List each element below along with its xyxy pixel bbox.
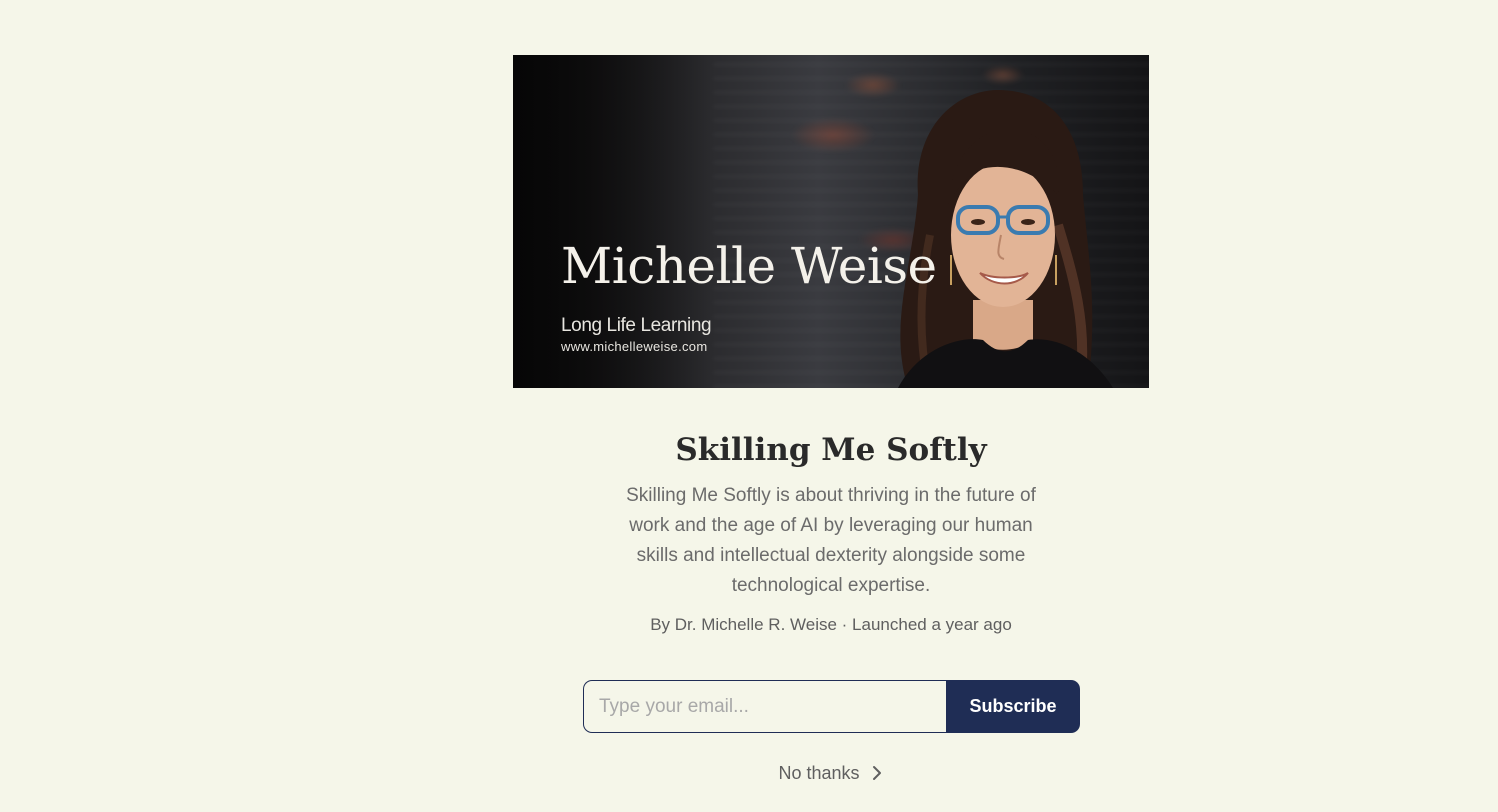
chevron-right-icon — [872, 766, 881, 780]
subscribe-button[interactable]: Subscribe — [946, 680, 1080, 733]
header-banner-image: Michelle Weise Long Life Learning www.mi… — [513, 55, 1149, 388]
banner-tagline: Long Life Learning — [561, 315, 712, 336]
no-thanks-label: No thanks — [778, 762, 860, 783]
email-input[interactable] — [583, 680, 946, 733]
banner-author-name: Michelle Weise — [561, 237, 937, 295]
publication-description: Skilling Me Softly is about thriving in … — [626, 485, 1036, 596]
no-thanks-link[interactable]: No thanks — [749, 760, 913, 786]
welcome-page: Michelle Weise Long Life Learning www.mi… — [0, 0, 1498, 812]
banner-website-url: www.michelleweise.com — [561, 339, 708, 354]
publication-title: Skilling Me Softly — [675, 432, 987, 468]
publication-byline: By Dr. Michelle R. Weise · Launched a ye… — [650, 615, 1012, 634]
subscribe-form: Subscribe — [583, 680, 1080, 733]
